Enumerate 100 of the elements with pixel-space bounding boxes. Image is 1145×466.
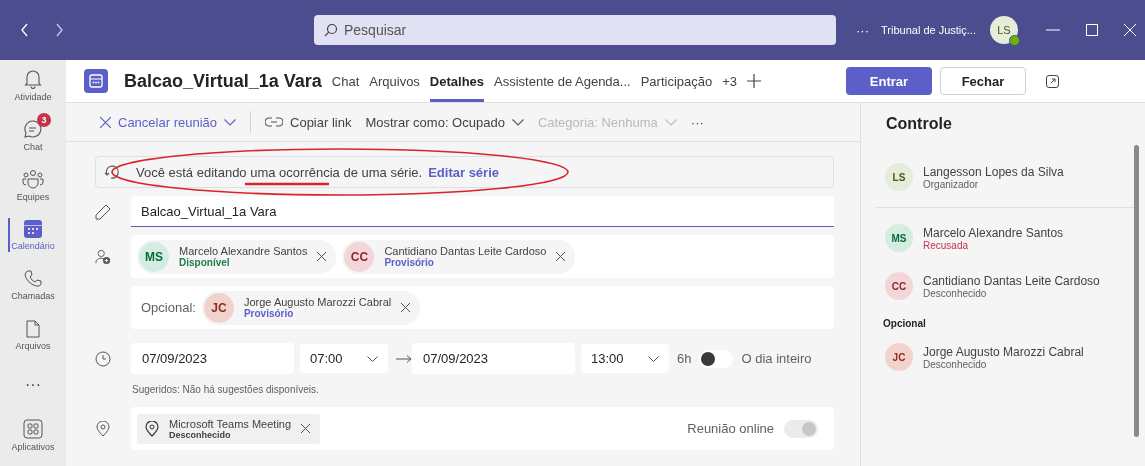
tab[interactable]: +3 [722,60,738,102]
more-button[interactable]: ··· [690,114,704,130]
chevron-down-icon [664,118,677,126]
user-avatar[interactable]: LS [989,16,1018,44]
remove-icon[interactable] [556,252,566,261]
panel-title: Controle [885,114,953,134]
link-icon [265,117,283,127]
title-field[interactable]: Balcao_Virtual_1a Vara [131,196,834,227]
rail-item[interactable]: ··· [0,360,66,410]
attendee-name: Jorge Augusto Marozzi Cabral [243,296,392,308]
attendees-field[interactable]: MS Marcelo Alexandre Santos Disponível CC Cantidiano Dantas Leite Cardoso Provisório [131,235,834,278]
search-icon [324,23,338,37]
remove-icon[interactable] [317,252,327,261]
close-icon [100,116,111,128]
rail-item[interactable]: Aplicativos [0,410,66,460]
rail-item[interactable]: 3 Chat [0,110,66,160]
start-time-dropdown[interactable]: 07:00 [300,344,388,373]
attendee-name: Marcelo Alexandre Santos [179,245,308,257]
chevron-down-icon [367,355,378,362]
pencil-icon [95,203,111,220]
location-chip[interactable]: Microsoft Teams Meeting Desconhecido [137,413,321,444]
clock-icon [95,350,111,367]
pop-out-icon[interactable] [1046,74,1059,88]
tab[interactable]: Participação [640,60,713,102]
end-date-field[interactable]: 07/09/2023 [412,343,575,374]
edit-series-link[interactable]: Editar série [428,164,499,180]
attendee-chip[interactable]: CC Cantidiano Dantas Leite Cardoso Provisório [342,239,576,274]
add-person-icon [95,247,111,266]
chat-icon [23,118,43,139]
copy-link-button[interactable]: Copiar link [265,114,352,130]
remove-icon[interactable] [401,303,411,312]
rail-item[interactable]: Equipes [0,160,66,210]
person-name: Marcelo Alexandre Santos [923,225,1064,240]
attendee-name: Cantidiano Dantas Leite Cardoso [384,245,547,257]
chevron-down-icon [224,118,236,126]
avatar: CC [344,241,375,272]
rail-item[interactable]: Atividade [0,60,66,110]
end-time-dropdown[interactable]: 13:00 [581,344,669,373]
minimize-icon[interactable] [1045,29,1060,31]
online-meeting-label: Reunião online [687,421,774,436]
attendee-status: Provisório [243,308,294,319]
location-icon [95,420,111,437]
person-status: Organizador [923,178,979,190]
bell-icon [24,68,42,89]
attendee-chip[interactable]: JC Jorge Augusto Marozzi Cabral Provisório [201,290,421,325]
tab[interactable]: Detalhes [429,60,485,102]
file-icon [26,319,40,338]
person-name: Jorge Augusto Marozzi Cabral [923,344,1084,359]
calendar-icon [84,69,108,93]
presence-icon [1008,35,1020,46]
maximize-icon[interactable] [1085,24,1098,36]
apps-icon [23,418,43,439]
tab[interactable]: Assistente de Agenda... [494,60,631,102]
attendee-status: Provisório [384,257,435,268]
phone-icon [24,269,42,288]
meeting-title: Balcao_Virtual_1a Vara [124,70,322,92]
person-status: Desconhecido [923,287,988,299]
attendee-status: Disponível [179,257,231,268]
location-status: Desconhecido [169,429,232,440]
chevron-down-icon [648,355,659,362]
optional-attendees-field[interactable]: Opcional: JC Jorge Augusto Marozzi Cabral Provisório [131,286,834,329]
start-date-field[interactable]: 07/09/2023 [131,343,294,374]
rail-item[interactable]: Chamadas [0,260,66,310]
location-name: Microsoft Teams Meeting [169,417,292,430]
all-day-label: O dia inteiro [741,351,812,366]
optional-label: Opcional: [141,300,196,315]
all-day-toggle[interactable] [699,349,734,368]
tab[interactable]: Chat [331,60,360,102]
unread-badge: 3 [37,112,51,127]
recurrence-icon [104,164,120,180]
back-icon[interactable] [20,23,30,37]
avatar: LS [885,163,913,191]
add-icon[interactable] [747,74,762,88]
organization-name[interactable]: Tribunal de Justiç... [881,24,976,36]
person-name: Cantidiano Dantas Leite Cardoso [923,273,1100,288]
remove-icon[interactable] [301,424,311,433]
arrow-right-icon [396,354,412,363]
close-icon[interactable] [1123,24,1136,36]
person-status: Recusada [923,239,970,251]
tab[interactable]: Arquivos [369,60,420,102]
person-status: Desconhecido [923,358,987,370]
group-heading: Opcional [882,317,927,331]
rail-item[interactable]: Calendário [0,210,66,260]
dropdown-button[interactable]: Mostrar como: Ocupado [365,114,524,130]
close-button[interactable]: Fechar [940,67,1026,95]
avatar: JC [203,292,234,323]
forward-icon[interactable] [54,23,64,37]
more-button[interactable]: ··· [856,22,869,38]
search-field[interactable]: Pesquisar [314,15,836,45]
attendee-chip[interactable]: MS Marcelo Alexandre Santos Disponível [137,239,337,274]
suggestions-text: Sugeridos: Não há sugestões disponíveis. [131,384,320,395]
people-icon [22,168,44,189]
person-name: Langesson Lopes da Silva [923,164,1064,179]
avatar: JC [885,343,913,371]
join-button[interactable]: Entrar [846,67,932,95]
cancel-meeting-button[interactable]: Cancelar reunião [100,114,236,130]
scrollbar[interactable] [1134,145,1139,437]
avatar: CC [885,272,913,300]
rail-item[interactable]: Arquivos [0,310,66,360]
chevron-down-icon [511,118,524,126]
